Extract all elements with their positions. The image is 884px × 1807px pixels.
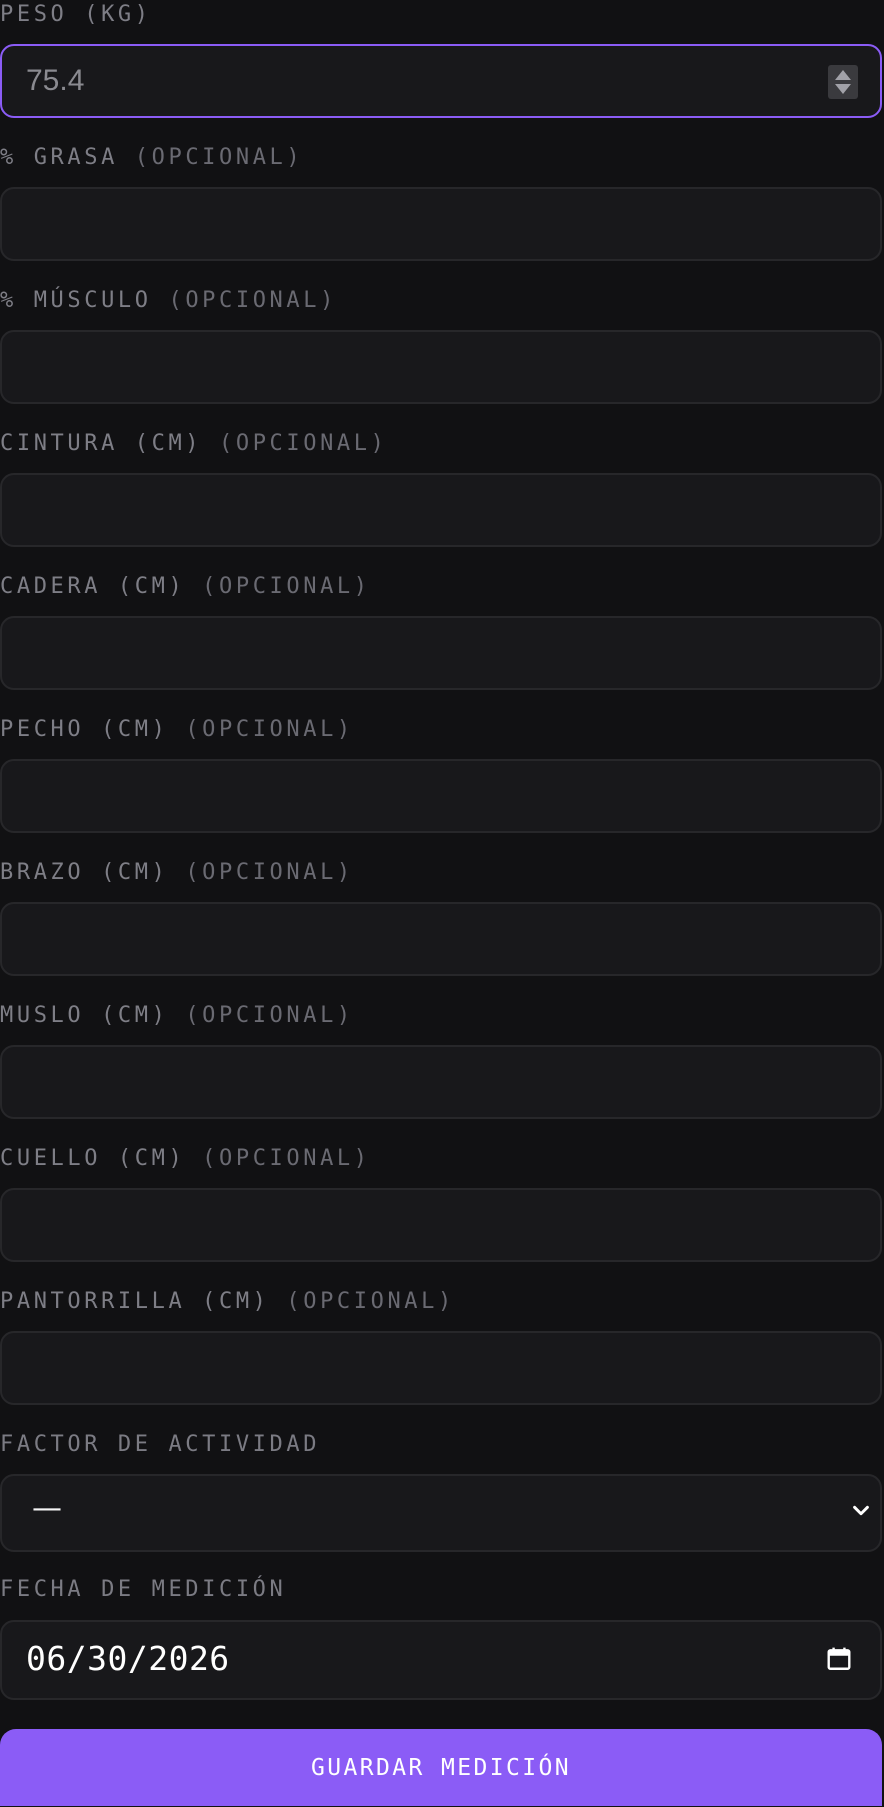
body-fat-label: % GRASA (OPCIONAL) [0, 143, 303, 173]
hip-label-text: CADERA (CM) [0, 574, 186, 599]
weight-label: PESO (KG) [0, 0, 152, 30]
number-spinner-icon[interactable] [828, 65, 858, 99]
weight-value: 75.4 [26, 64, 85, 97]
arm-label: BRAZO (CM) (OPCIONAL) [0, 858, 354, 888]
optional-suffix: (OPCIONAL) [134, 145, 304, 170]
spinner-up-icon[interactable] [835, 70, 851, 80]
waist-label: CINTURA (CM) (OPCIONAL) [0, 429, 387, 459]
muscle-label: % MÚSCULO (OPCIONAL) [0, 286, 337, 316]
calf-input[interactable] [0, 1331, 882, 1405]
calendar-icon[interactable] [826, 1646, 852, 1672]
optional-suffix: (OPCIONAL) [202, 574, 371, 599]
chest-label-text: PECHO (CM) [0, 717, 169, 742]
body-fat-label-text: % GRASA [0, 145, 118, 170]
activity-select[interactable]: — [0, 1474, 882, 1552]
optional-suffix: (OPCIONAL) [286, 1289, 455, 1314]
muscle-input[interactable] [0, 330, 882, 404]
optional-suffix: (OPCIONAL) [185, 717, 354, 742]
body-fat-input[interactable] [0, 187, 882, 261]
optional-suffix: (OPCIONAL) [185, 1003, 354, 1028]
date-value: 06/30/2026 [26, 1639, 230, 1678]
optional-suffix: (OPCIONAL) [202, 1146, 371, 1171]
weight-label-text: PESO (KG) [0, 2, 152, 27]
save-measurement-button[interactable]: GUARDAR MEDICIÓN [0, 1729, 882, 1806]
waist-input[interactable] [0, 473, 882, 547]
waist-label-text: CINTURA (CM) [0, 431, 203, 456]
chest-label: PECHO (CM) (OPCIONAL) [0, 715, 354, 745]
date-input[interactable]: 06/30/2026 [0, 1620, 882, 1700]
activity-selected-value: — [32, 1491, 62, 1526]
thigh-input[interactable] [0, 1045, 882, 1119]
arm-input[interactable] [0, 902, 882, 976]
optional-suffix: (OPCIONAL) [185, 860, 354, 885]
optional-suffix: (OPCIONAL) [168, 288, 337, 313]
arm-label-text: BRAZO (CM) [0, 860, 169, 885]
weight-input[interactable]: 75.4 [0, 44, 882, 118]
thigh-label-text: MUSLO (CM) [0, 1003, 169, 1028]
chevron-down-icon[interactable] [850, 1500, 872, 1522]
neck-label-text: CUELLO (CM) [0, 1146, 186, 1171]
chest-input[interactable] [0, 759, 882, 833]
neck-input[interactable] [0, 1188, 882, 1262]
optional-suffix: (OPCIONAL) [219, 431, 388, 456]
calf-label: PANTORRILLA (CM) (OPCIONAL) [0, 1287, 455, 1317]
hip-label: CADERA (CM) (OPCIONAL) [0, 572, 371, 602]
activity-label: FACTOR DE ACTIVIDAD [0, 1432, 321, 1457]
hip-input[interactable] [0, 616, 882, 690]
calf-label-text: PANTORRILLA (CM) [0, 1289, 270, 1314]
date-label: FECHA DE MEDICIÓN [0, 1577, 287, 1602]
muscle-label-text: % MÚSCULO [0, 288, 152, 313]
spinner-down-icon[interactable] [835, 84, 851, 94]
thigh-label: MUSLO (CM) (OPCIONAL) [0, 1001, 354, 1031]
neck-label: CUELLO (CM) (OPCIONAL) [0, 1144, 371, 1174]
